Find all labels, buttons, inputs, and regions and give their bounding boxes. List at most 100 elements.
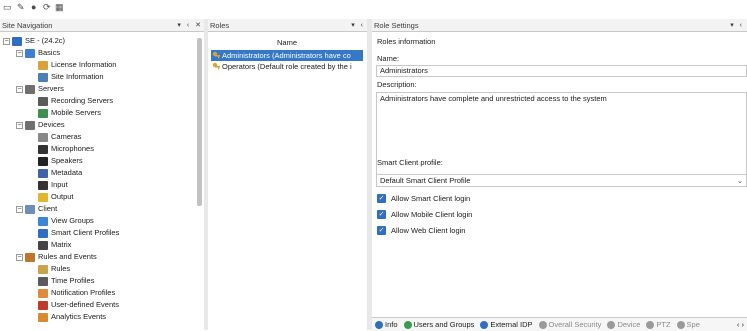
role-settings-header: Role Settings ▾ ‹ <box>372 19 747 32</box>
tree-item-label: Speakers <box>51 156 83 165</box>
tab-label: Users and Groups <box>413 320 475 329</box>
collapse-toggle-icon[interactable]: − <box>16 253 23 261</box>
tab-ptz[interactable]: PTZ <box>643 318 673 331</box>
tree-item[interactable]: Mobile Servers <box>38 107 101 119</box>
devices-icon <box>25 120 35 130</box>
tree-scrollbar[interactable] <box>197 38 202 206</box>
matrix-icon <box>38 240 48 250</box>
allow-login-checkbox[interactable]: ✓ Allow Web Client login <box>377 225 465 236</box>
microphone-icon <box>38 144 48 154</box>
tab-overall-security[interactable]: Overall Security <box>536 318 605 331</box>
role-key-icon <box>212 51 221 60</box>
tree-item[interactable]: − SE - (24.2c) <box>3 35 65 47</box>
tree-item[interactable]: View Groups <box>38 215 94 227</box>
save-icon[interactable]: ▭ <box>3 3 12 12</box>
name-column-header[interactable]: Name <box>208 37 366 48</box>
speaker-icon <box>38 156 48 166</box>
mobile-server-icon <box>38 108 48 118</box>
time-profiles-icon <box>38 276 48 286</box>
tree-item[interactable]: − Devices <box>16 119 65 131</box>
tree-item-label: Notification Profiles <box>51 288 116 297</box>
role-item[interactable]: Administrators (Administrators have co <box>211 50 363 61</box>
role-item-label: Operators (Default role created by the i <box>222 62 352 71</box>
edit-icon[interactable]: ✎ <box>17 3 26 12</box>
collapse-toggle-icon[interactable]: − <box>16 49 23 57</box>
roles-title: Roles <box>210 21 230 30</box>
tab-device[interactable]: Device <box>604 318 643 331</box>
keypad-icon[interactable]: ▦ <box>55 3 64 12</box>
tree-item[interactable]: License Information <box>38 59 116 71</box>
role-item[interactable]: Operators (Default role created by the i <box>211 61 363 72</box>
collapse-toggle-icon[interactable]: − <box>16 121 23 129</box>
input-icon <box>38 180 48 190</box>
tree-item-label: Matrix <box>51 240 72 249</box>
tree-item-label: Smart Client Profiles <box>51 228 120 237</box>
checkbox-check-icon[interactable]: ✓ <box>377 210 386 219</box>
tab-users-groups[interactable]: Users and Groups <box>401 318 478 331</box>
collapse-toggle-icon[interactable]: − <box>3 37 10 45</box>
tab-speech[interactable]: Spe <box>674 318 703 331</box>
tab-label: Info <box>385 320 398 329</box>
collapse-toggle-icon[interactable]: − <box>16 85 23 93</box>
tree-item[interactable]: Speakers <box>38 155 83 167</box>
tab-label: Device <box>617 320 641 329</box>
tree-item[interactable]: − Servers <box>16 83 64 95</box>
tree-item[interactable]: Rules <box>38 263 70 275</box>
tree-item-label: User-defined Events <box>51 300 119 309</box>
role-settings-title: Role Settings <box>374 21 419 30</box>
role-settings-window-buttons[interactable]: ▾ ‹ <box>730 19 744 32</box>
roles-header: Roles ▾ ‹ <box>208 19 368 32</box>
site-icon <box>12 36 22 46</box>
tree-item[interactable]: Smart Client Profiles <box>38 227 119 239</box>
smart-client-profile-value: Default Smart Client Profile <box>380 176 471 185</box>
connect-icon[interactable]: ⟳ <box>43 3 52 12</box>
tree-item[interactable]: Metadata <box>38 167 82 179</box>
tab-scroll-buttons[interactable]: ‹ › <box>733 318 747 331</box>
basics-icon <box>25 48 35 58</box>
tree-item-label: Microphones <box>51 144 94 153</box>
site-navigation-window-buttons[interactable]: ▾ ‹ ✕ <box>177 19 203 32</box>
checkbox-check-icon[interactable]: ✓ <box>377 226 386 235</box>
tree-item[interactable]: − Basics <box>16 47 60 59</box>
tab-external-idp[interactable]: External IDP <box>477 318 535 331</box>
tree-item[interactable]: Input <box>38 179 68 191</box>
tree-item[interactable]: − Client <box>16 203 57 215</box>
tree-item[interactable]: Time Profiles <box>38 275 94 287</box>
tree-item[interactable]: Matrix <box>38 239 71 251</box>
name-field[interactable]: Administrators <box>376 65 747 77</box>
tree-item-label: Output <box>51 192 74 201</box>
camera-icon <box>38 132 48 142</box>
smart-client-profile-select[interactable]: Default Smart Client Profile ⌄ <box>376 174 747 187</box>
tree-item[interactable]: Site Information <box>38 71 104 83</box>
site-info-icon <box>38 72 48 82</box>
tree-item[interactable]: Microphones <box>38 143 94 155</box>
notification-profiles-icon <box>38 288 48 298</box>
roles-information-title: Roles information <box>377 37 436 46</box>
tree-item[interactable]: User-defined Events <box>38 299 119 311</box>
tree-item-label: Client <box>38 204 58 213</box>
role-settings-panel: Roles information Name: Administrators D… <box>372 32 747 330</box>
tree-item-label: Analytics Events <box>51 312 107 321</box>
external-idp-icon <box>480 321 489 330</box>
tree-item[interactable]: Analytics Events <box>38 311 106 323</box>
tree-item[interactable]: Output <box>38 191 74 203</box>
tree-item-label: Site Information <box>51 72 104 81</box>
help-icon[interactable]: ● <box>31 3 40 12</box>
tree-item[interactable]: Notification Profiles <box>38 287 115 299</box>
roles-window-buttons[interactable]: ▾ ‹ <box>351 19 365 32</box>
tree-item[interactable]: Recording Servers <box>38 95 113 107</box>
tab-info[interactable]: Info <box>372 318 401 331</box>
allow-login-checkbox[interactable]: ✓ Allow Mobile Client login <box>377 209 472 220</box>
allow-login-checkbox[interactable]: ✓ Allow Smart Client login <box>377 193 470 204</box>
tree-item-label: Servers <box>38 84 64 93</box>
tree-item-label: Recording Servers <box>51 96 114 105</box>
tree-item[interactable]: − Rules and Events <box>16 251 97 263</box>
roles-list: Name Administrators (Administrators have… <box>208 32 366 330</box>
collapse-toggle-icon[interactable]: − <box>16 205 23 213</box>
tree-item[interactable]: Cameras <box>38 131 81 143</box>
tree-item-label: Basics <box>38 48 61 57</box>
tab-label: Overall Security <box>548 320 602 329</box>
checkbox-check-icon[interactable]: ✓ <box>377 194 386 203</box>
speech-icon <box>676 321 685 330</box>
output-icon <box>38 192 48 202</box>
